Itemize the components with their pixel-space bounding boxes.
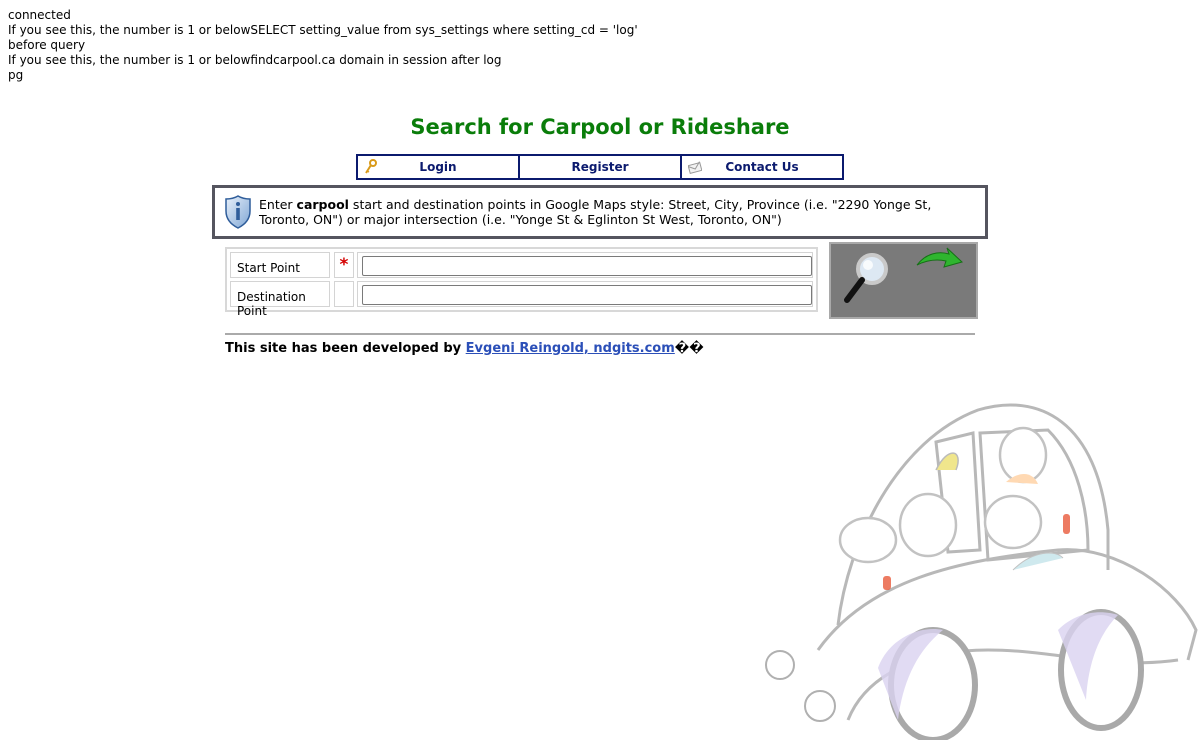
green-arrow-icon bbox=[916, 247, 963, 268]
divider bbox=[225, 333, 975, 335]
nav-register-label: Register bbox=[571, 160, 629, 174]
info-text-before: Enter bbox=[259, 197, 297, 212]
search-button[interactable] bbox=[829, 242, 978, 319]
info-text: Enter carpool start and destination poin… bbox=[259, 197, 971, 227]
info-text-after: start and destination points in Google M… bbox=[259, 197, 932, 227]
empty-required-cell bbox=[334, 281, 354, 307]
magnifier-icon bbox=[844, 247, 963, 303]
info-text-bold: carpool bbox=[296, 197, 349, 212]
destination-point-label: Destination Point bbox=[230, 281, 330, 318]
debug-line: If you see this, the number is 1 or belo… bbox=[8, 23, 638, 37]
nav-login-button[interactable]: Login bbox=[358, 156, 518, 178]
destination-point-input[interactable] bbox=[362, 285, 812, 305]
footer-prefix: This site has been developed by bbox=[225, 341, 466, 356]
top-nav: Login Register Contact Us bbox=[356, 154, 844, 180]
carpool-car-illustration bbox=[765, 403, 1198, 740]
required-marker: * bbox=[334, 252, 354, 278]
page-title: Search for Carpool or Rideshare bbox=[410, 115, 790, 139]
debug-line: connected bbox=[8, 8, 71, 22]
footer-credit: This site has been developed by Evgeni R… bbox=[225, 341, 704, 356]
debug-line: pg bbox=[8, 68, 24, 82]
footer-suffix: �� bbox=[674, 341, 704, 356]
debug-output: connected If you see this, the number is… bbox=[8, 8, 638, 83]
nav-login-label: Login bbox=[419, 160, 457, 174]
developer-link[interactable]: Evgeni Reingold, ndgits.com bbox=[466, 341, 675, 356]
destination-point-row: Destination Point bbox=[230, 281, 813, 318]
debug-line: If you see this, the number is 1 or belo… bbox=[8, 53, 502, 67]
nav-register-button[interactable]: Register bbox=[518, 156, 680, 178]
info-shield-icon bbox=[225, 195, 251, 229]
key-icon bbox=[365, 159, 377, 174]
search-form: Start Point * Destination Point bbox=[225, 247, 818, 318]
debug-line: before query bbox=[8, 38, 86, 52]
info-box: Enter carpool start and destination poin… bbox=[212, 185, 988, 239]
start-point-cell bbox=[357, 252, 813, 278]
nav-contact-button[interactable]: Contact Us bbox=[680, 156, 842, 178]
start-point-input[interactable] bbox=[362, 256, 812, 276]
nav-contact-label: Contact Us bbox=[725, 160, 799, 174]
start-point-label: Start Point bbox=[230, 252, 330, 278]
envelope-icon bbox=[688, 161, 702, 175]
destination-point-cell bbox=[357, 281, 813, 307]
start-point-row: Start Point * bbox=[230, 252, 813, 278]
